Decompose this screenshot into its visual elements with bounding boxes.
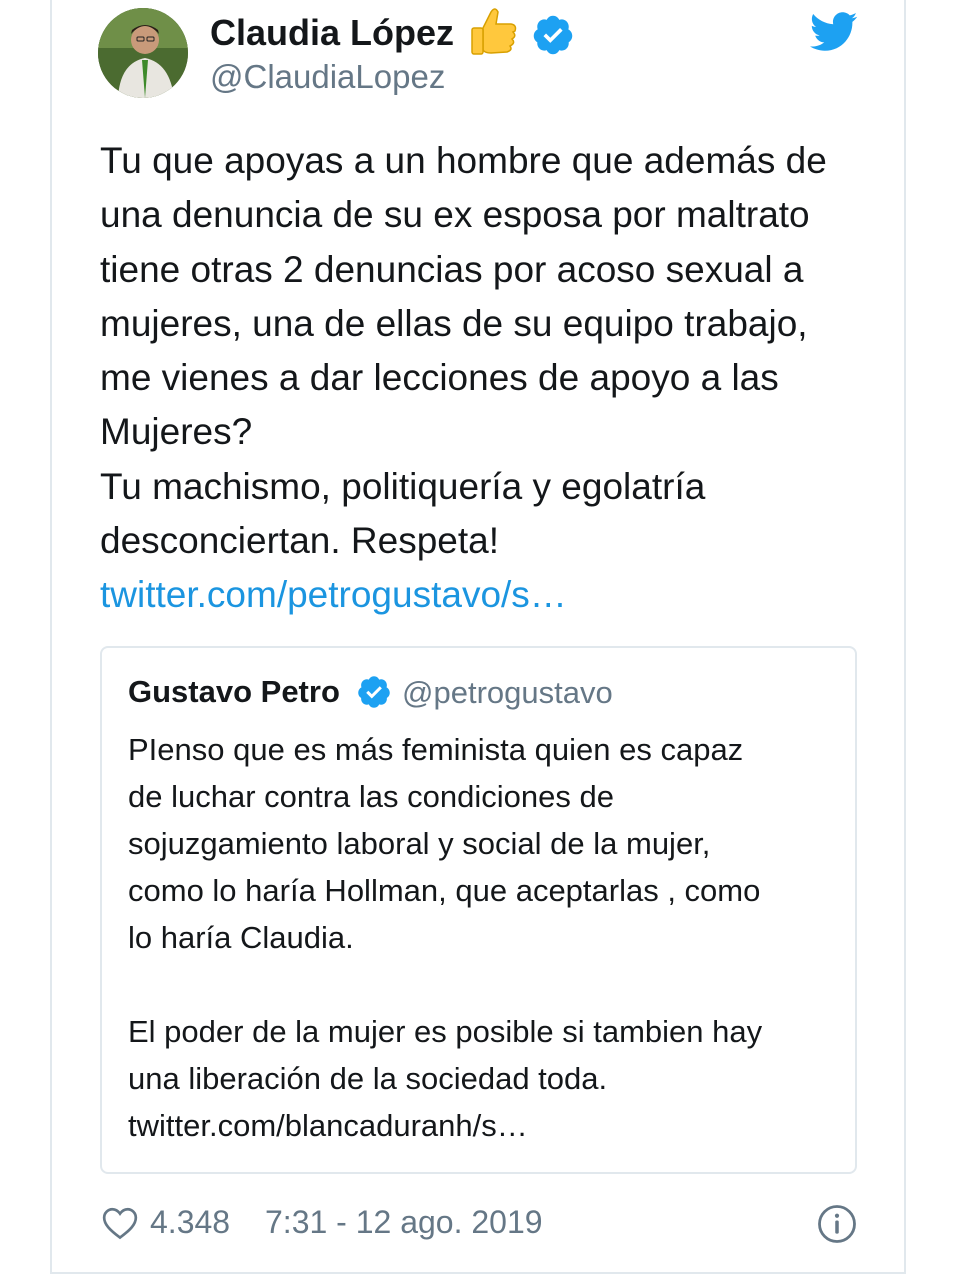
quoted-tweet-text: PIenso que es más feminista quien es cap… — [128, 726, 838, 1149]
author-handle[interactable]: @ClaudiaLopez — [210, 58, 445, 96]
avatar[interactable] — [98, 8, 188, 98]
tweet-footer: 4.348 7:31 - 12 ago. 2019 — [100, 1200, 860, 1246]
quoted-author-name: Gustavo Petro — [128, 674, 340, 709]
quoted-text-line: como lo haría Hollman, que aceptarlas , … — [128, 873, 761, 908]
tweet-text-line: tiene otras 2 denuncias por acoso sexual… — [100, 248, 804, 290]
tweet-text-line: mujeres, una de ellas de su equipo traba… — [100, 302, 808, 344]
verified-badge-icon — [531, 13, 575, 62]
quoted-text-line: una liberación de la sociedad toda. — [128, 1061, 608, 1096]
heart-icon[interactable] — [100, 1204, 140, 1247]
tweet-text-line: una denuncia de su ex esposa por maltrat… — [100, 194, 810, 236]
info-icon[interactable] — [816, 1203, 858, 1250]
verified-badge-icon — [356, 674, 392, 715]
quoted-text-line: sojuzgamiento laboral y social de la muj… — [128, 826, 711, 861]
tweet-text-line: desconciertan. Respeta! — [100, 520, 500, 562]
like-count[interactable]: 4.348 — [150, 1204, 230, 1241]
thumbs-up-emoji — [469, 6, 519, 63]
quoted-text-line: PIenso que es más feminista quien es cap… — [128, 732, 744, 767]
tweet-timestamp[interactable]: 7:31 - 12 ago. 2019 — [265, 1204, 543, 1241]
twitter-bird-icon[interactable] — [809, 12, 858, 57]
tweet-text: Tu que apoyas a un hombre que además de … — [100, 134, 890, 623]
tweet-text-line: Tu que apoyas a un hombre que además de — [100, 140, 827, 181]
tweet-text-line: me vienes a dar lecciones de apoyo a las — [100, 357, 779, 399]
quoted-author-handle: @petrogustavo — [402, 675, 613, 710]
quoted-text-line: de luchar contra las condiciones de — [128, 779, 614, 814]
quoted-text-line — [128, 961, 838, 1008]
tweet-text-line: Tu machismo, politiquería y egolatría — [100, 465, 706, 507]
author-name[interactable]: Claudia López — [210, 12, 454, 54]
quoted-text-line: lo haría Claudia. — [128, 920, 354, 955]
quoted-tweet[interactable]: Gustavo Petro @petrogustavo PIenso que e… — [100, 646, 857, 1174]
quoted-text-line: El poder de la mujer es posible si tambi… — [128, 1014, 763, 1049]
tweet-text-line: Mujeres? — [100, 411, 253, 453]
avatar-photo — [98, 8, 188, 98]
quoted-text-line: twitter.com/blancaduranh/s… — [128, 1108, 528, 1143]
tweet-link[interactable]: twitter.com/petrogustavo/s… — [100, 568, 890, 622]
